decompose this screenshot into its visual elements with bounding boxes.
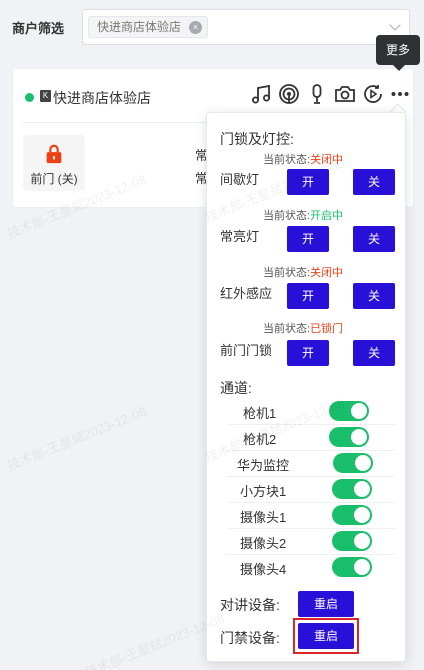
toggle-knob	[354, 559, 370, 575]
control-on-button[interactable]: 开	[287, 226, 329, 252]
selected-merchant-tag: 快进商店体验店 ×	[88, 16, 209, 38]
control-state-line: 当前状态:关闭中	[263, 151, 343, 167]
control-off-button[interactable]: 关	[353, 283, 395, 309]
control-state-value: 已锁门	[310, 323, 344, 335]
channel-divider	[227, 424, 395, 425]
toggle-knob	[354, 507, 370, 523]
state-prefix: 当前状态:	[263, 323, 311, 335]
front-door-label: 前门 (关)	[30, 172, 78, 186]
online-status-dot	[25, 93, 34, 102]
channel-name: 摄像头4	[240, 562, 287, 577]
control-off-button[interactable]: 关	[353, 226, 395, 252]
channel-toggle[interactable]	[332, 557, 372, 577]
merchant-filter-select[interactable]: 快进商店体验店 ×	[82, 9, 410, 45]
control-state-line: 当前状态:开启中	[263, 207, 343, 223]
channel-name: 枪机1	[243, 406, 277, 421]
store-k-badge: K	[40, 90, 51, 102]
state-prefix: 当前状态:	[263, 267, 311, 279]
control-off-button[interactable]: 关	[353, 169, 395, 195]
channel-name: 摄像头1	[240, 510, 287, 525]
front-door-tile[interactable]: 前门 (关)	[23, 135, 85, 191]
control-state-value: 关闭中	[310, 154, 344, 166]
more-popover: 门锁及灯控: 当前状态:关闭中 间歇灯 开 关 当前状态:开启中 常亮灯 开 关…	[206, 112, 406, 662]
channel-name: 枪机2	[243, 432, 277, 447]
control-on-button[interactable]: 开	[287, 169, 329, 195]
control-on-button[interactable]: 开	[287, 283, 329, 309]
channel-name: 小方块1	[240, 484, 287, 499]
toggle-knob	[354, 533, 370, 549]
channel-divider	[227, 528, 395, 529]
control-name: 间歇灯	[220, 172, 260, 187]
access-device-label: 门禁设备:	[220, 630, 280, 646]
channel-toggle[interactable]	[332, 505, 372, 525]
toggle-knob	[351, 403, 367, 419]
intercom-restart-button[interactable]: 重启	[298, 591, 354, 617]
music-icon[interactable]	[249, 82, 273, 106]
control-state-line: 当前状态:关闭中	[263, 264, 343, 280]
channel-toggle[interactable]	[332, 531, 372, 551]
more-icon[interactable]	[388, 82, 412, 106]
channel-toggle[interactable]	[329, 401, 369, 421]
camera-icon[interactable]	[333, 82, 357, 106]
channel-toggle[interactable]	[333, 453, 373, 473]
control-name: 常亮灯	[220, 229, 260, 244]
store-name: 快进商店体验店	[53, 90, 151, 106]
toggle-knob	[354, 481, 370, 497]
control-state-value: 关闭中	[310, 267, 344, 279]
channel-name: 华为监控	[237, 458, 290, 473]
merchant-filter-row: 商户筛选 快进商店体验店 ×	[0, 0, 424, 52]
control-state-line: 当前状态:已锁门	[263, 320, 343, 336]
more-tooltip-arrow	[393, 65, 405, 71]
toggle-knob	[355, 455, 371, 471]
control-name: 前门门锁	[220, 343, 273, 358]
channel-name: 摄像头2	[240, 536, 287, 551]
tag-close-icon[interactable]: ×	[189, 21, 203, 34]
channel-divider	[227, 476, 395, 477]
merchant-filter-label: 商户筛选	[12, 21, 65, 36]
channel-divider	[227, 450, 395, 451]
watermark: 技术部-王星斌2023-12-08	[4, 403, 149, 474]
state-prefix: 当前状态:	[263, 210, 311, 222]
toggle-knob	[351, 429, 367, 445]
selected-merchant-tag-text: 快进商店体验店	[97, 20, 182, 34]
playback-icon[interactable]	[361, 82, 385, 106]
more-tooltip: 更多	[376, 35, 420, 65]
channel-toggle[interactable]	[332, 479, 372, 499]
control-off-button[interactable]: 关	[353, 340, 395, 366]
channel-section-title: 通道:	[220, 380, 252, 396]
control-state-value: 开启中	[310, 210, 344, 222]
lock-icon	[43, 143, 65, 168]
state-prefix: 当前状态:	[263, 154, 311, 166]
channel-divider	[227, 554, 395, 555]
control-on-button[interactable]: 开	[287, 340, 329, 366]
control-name: 红外感应	[220, 286, 273, 301]
intercom-device-label: 对讲设备:	[220, 597, 280, 613]
broadcast-icon[interactable]	[277, 82, 301, 106]
chevron-down-icon[interactable]	[389, 19, 401, 31]
channel-toggle[interactable]	[329, 427, 369, 447]
lock-light-section-title: 门锁及灯控:	[220, 131, 294, 147]
channel-divider	[227, 502, 395, 503]
access-restart-button[interactable]: 重启	[298, 623, 354, 649]
microphone-icon[interactable]	[305, 82, 329, 106]
